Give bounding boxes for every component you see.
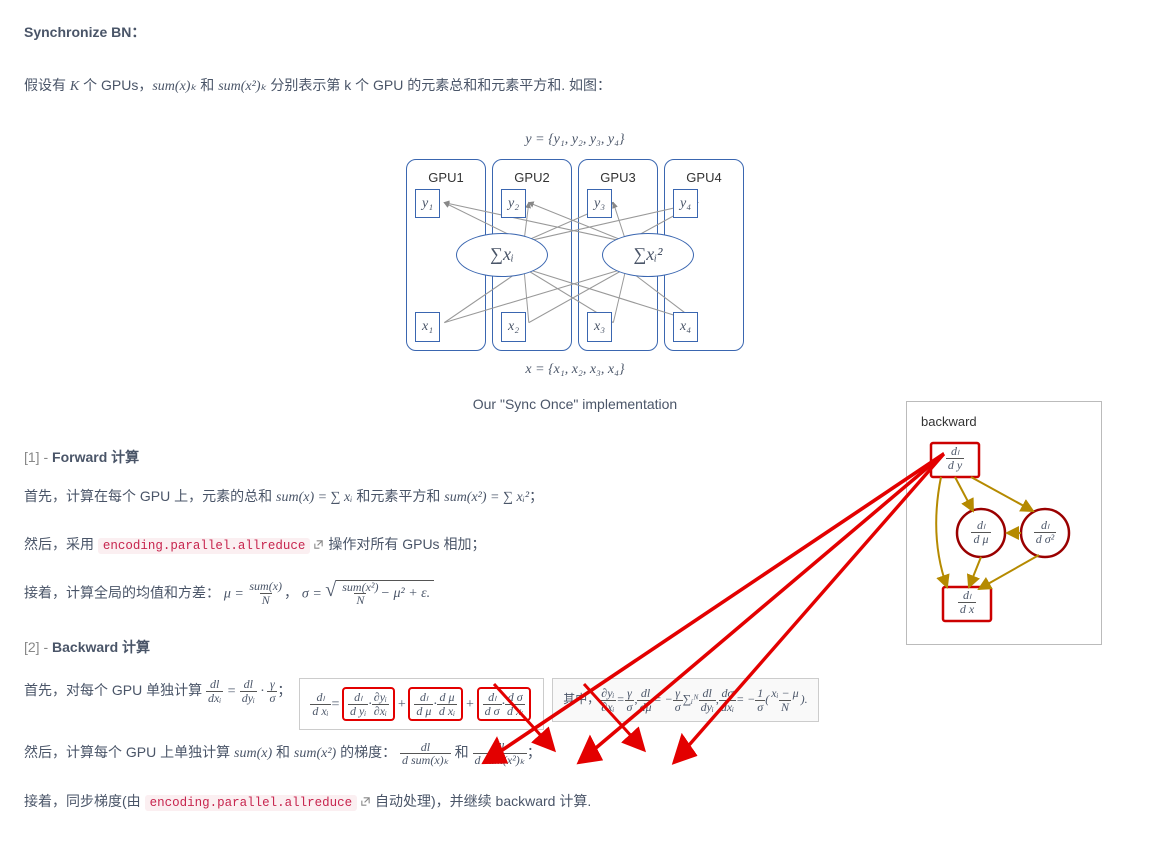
gpu-title: GPU1 xyxy=(428,166,463,189)
x-set-label: x = {x₁, x₂, x₃, x₄} xyxy=(525,357,624,382)
backward-step1: 首先，对每个 GPU 单独计算 dldxᵢ = dldyᵢ · γσ； xyxy=(24,678,291,704)
x-var: x₃ xyxy=(587,312,612,341)
gpu-title: GPU2 xyxy=(514,166,549,189)
backward-step3: 接着，同步梯度(由 encoding.parallel.allreduce 自动… xyxy=(24,789,1126,815)
x-var: x₄ xyxy=(673,312,698,341)
y-set-label: y = {y₁, y₂, y₃, y₄} xyxy=(525,127,624,152)
external-link-icon xyxy=(360,790,371,801)
term-dy: dₗd yᵢ · ∂yᵢ∂xᵢ xyxy=(342,687,395,721)
intro-paragraph: 假设有 K 个 GPUs，sum(x)ₖ 和 sum(x²)ₖ 分别表示第 k … xyxy=(24,73,1126,99)
diagram-caption: Our "Sync Once" implementation xyxy=(473,392,677,417)
backward-step1-row: 首先，对每个 GPU 单独计算 dldxᵢ = dldyᵢ · γσ； dₗd … xyxy=(24,678,1126,730)
gpu-title: GPU4 xyxy=(686,166,721,189)
x-var: x₁ xyxy=(415,312,440,341)
text: 个 GPUs， xyxy=(79,77,152,93)
section-heading: Synchronize BN： xyxy=(24,20,1126,45)
text: 分别表示第 k 个 GPU 的元素总和和元素平方和. 如图： xyxy=(266,77,611,93)
text: 假设有 xyxy=(24,77,70,93)
y-var: y₂ xyxy=(501,189,526,218)
y-var: y₄ xyxy=(673,189,698,218)
gpu-row: GPU1 y₁ x₁ GPU2 y₂ x₂ GPU3 y₃ x₃ GPU4 y₄… xyxy=(406,159,744,351)
overlay-zone: backward dₗd y dₗd μ dₗd σ² dₗd x [1] - … xyxy=(24,445,1126,814)
backward-panel: backward dₗd y dₗd μ dₗd σ² dₗd x xyxy=(906,401,1102,645)
where-box: 其中， ∂yᵢ∂xᵢ = γσ, dldμ = −γσ ∑ᵢᴺ dldyᵢ, d… xyxy=(552,678,818,722)
y-var: y₁ xyxy=(415,189,440,218)
gpu-box-4: GPU4 y₄ x₄ xyxy=(664,159,744,351)
gpu-box-3: GPU3 y₃ x₃ xyxy=(578,159,658,351)
text: 和 xyxy=(196,77,218,93)
external-link-icon xyxy=(313,533,324,544)
math-sumxk: sum(x)ₖ xyxy=(152,79,196,94)
gpu-box-2: GPU2 y₂ x₂ xyxy=(492,159,572,351)
backward-title: backward xyxy=(921,410,1087,433)
chain-rule-box: dₗd xᵢ = dₗd yᵢ · ∂yᵢ∂xᵢ + dₗd μ · d μd … xyxy=(299,678,544,730)
allreduce-link-2[interactable]: encoding.parallel.allreduce xyxy=(145,795,358,811)
x-var: x₂ xyxy=(501,312,526,341)
y-var: y₃ xyxy=(587,189,612,218)
backward-step2: 然后，计算每个 GPU 上单独计算 sum(x) 和 sum(x²) 的梯度： … xyxy=(24,740,1126,766)
term-dsigma: dₗd σ · d σd xᵢ xyxy=(477,687,532,721)
allreduce-link[interactable]: encoding.parallel.allreduce xyxy=(98,538,311,554)
term-dmu: dₗd μ · d μd xᵢ xyxy=(408,687,463,721)
gpu-box-1: GPU1 y₁ x₁ xyxy=(406,159,486,351)
math-sumx2k: sum(x²)ₖ xyxy=(218,79,266,94)
sync-diagram: y = {y₁, y₂, y₃, y₄} GPU1 y₁ x₁ xyxy=(24,121,1126,417)
math-K: K xyxy=(70,79,79,94)
gpu-title: GPU3 xyxy=(600,166,635,189)
